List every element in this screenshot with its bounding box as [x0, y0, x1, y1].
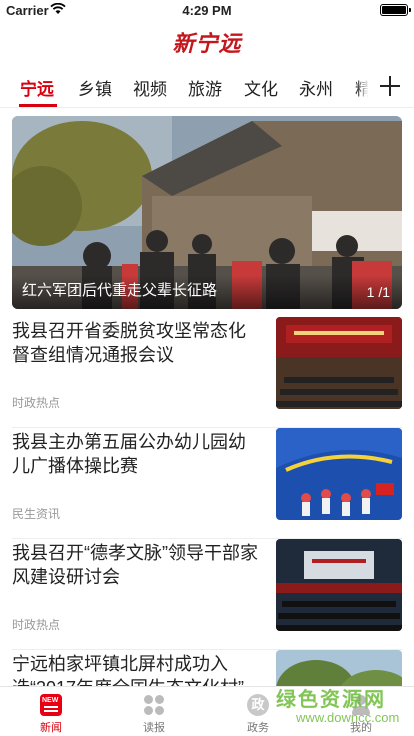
tab-newspaper-label: 读报: [143, 722, 165, 734]
tab-news-label: 新闻: [40, 722, 62, 734]
news-item[interactable]: 我县召开“德孝文脉”领导干部家风建设研讨会 时政热点: [12, 539, 402, 650]
channel-tabs: 宁远 乡镇 视频 旅游 文化 永州 精: [0, 64, 414, 108]
grid-icon: [143, 694, 165, 716]
gov-icon: 政: [247, 694, 269, 716]
bottom-tab-bar: NEW 新闻 读报 政 政务 我的: [0, 686, 414, 736]
news-thumbnail: [276, 317, 402, 409]
tab-travel[interactable]: 旅游: [188, 75, 222, 100]
news-category-tag: 民生资讯: [12, 507, 61, 521]
news-category-tag: 时政热点: [12, 396, 61, 410]
tab-me-label: 我的: [350, 722, 372, 734]
tab-government[interactable]: 政 政务: [218, 687, 298, 736]
tab-me[interactable]: 我的: [321, 687, 401, 736]
tab-news[interactable]: NEW 新闻: [11, 687, 91, 736]
battery-icon: [380, 4, 411, 16]
tab-culture[interactable]: 文化: [244, 75, 278, 100]
headline-banner[interactable]: 红六军团后代重走父辈长征路 1 /1: [12, 116, 402, 309]
news-thumbnail: [276, 428, 402, 520]
clock: 4:29 PM: [182, 3, 232, 18]
tab-yongzhou[interactable]: 永州: [299, 75, 333, 100]
tab-towns[interactable]: 乡镇: [78, 75, 112, 100]
add-channel-button[interactable]: [368, 64, 414, 107]
tab-government-label: 政务: [247, 722, 269, 734]
news-thumbnail: [276, 539, 402, 631]
tab-newspaper[interactable]: 读报: [114, 687, 194, 736]
status-bar: Carrier 4:29 PM: [0, 0, 414, 20]
active-tab-indicator: [19, 104, 57, 107]
app-logo: 新宁远: [172, 31, 242, 57]
banner-page-counter: 1 /1: [366, 284, 390, 300]
app-header: 新宁远: [0, 20, 414, 64]
tab-video[interactable]: 视频: [133, 75, 167, 100]
banner-title: 红六军团后代重走父辈长征路: [22, 282, 218, 299]
news-item[interactable]: 我县主办第五届公办幼儿园幼儿广播体操比赛 民生资讯: [12, 428, 402, 539]
news-item[interactable]: 我县召开省委脱贫攻坚常态化督查组情况通报会议 时政热点: [12, 317, 402, 428]
news-icon: NEW: [40, 694, 62, 716]
news-category-tag: 时政热点: [12, 618, 61, 632]
news-title: 我县召开“德孝文脉”领导干部家风建设研讨会: [12, 543, 258, 587]
tab-ningyuan[interactable]: 宁远: [20, 75, 54, 100]
news-title: 我县主办第五届公办幼儿园幼儿广播体操比赛: [12, 432, 246, 476]
person-icon: [350, 694, 372, 716]
news-title: 我县召开省委脱贫攻坚常态化督查组情况通报会议: [12, 321, 246, 365]
